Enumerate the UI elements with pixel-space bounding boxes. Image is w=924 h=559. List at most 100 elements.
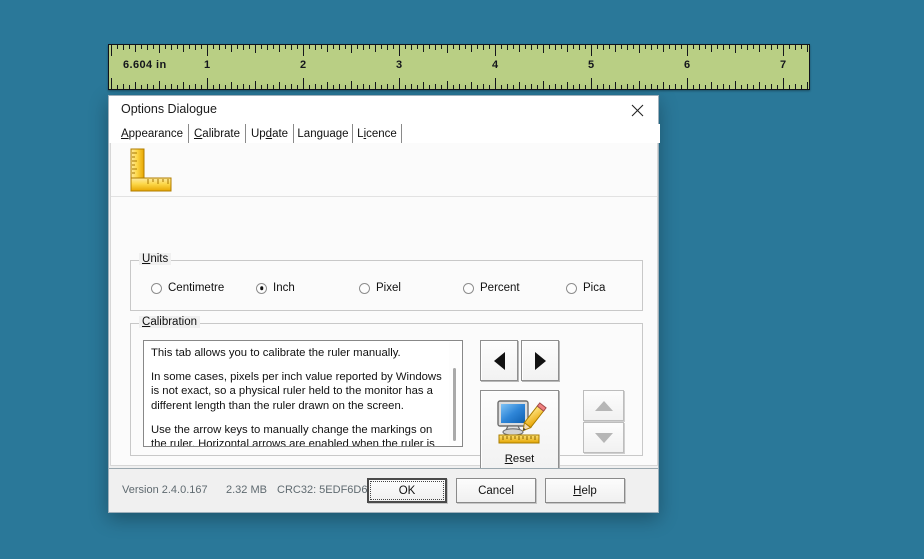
- calibration-description-text: This tab allows you to calibrate the rul…: [151, 346, 446, 446]
- tab-strip: Appearance Calibrate Up d ate Lan g uage Li cence: [109, 124, 660, 143]
- ruler-tick: [405, 85, 406, 89]
- ruler-tick: [123, 84, 124, 89]
- ruler-tick: [573, 45, 574, 49]
- radio-indicator: [566, 282, 577, 294]
- ruler-tick: [723, 84, 724, 89]
- ruler-tick: [477, 85, 478, 89]
- ruler-tick: [507, 45, 508, 50]
- ruler-tick: [219, 45, 220, 50]
- ruler-tick: [213, 85, 214, 89]
- ruler-tick: [549, 45, 550, 49]
- ruler-tick: [249, 85, 250, 89]
- ruler-tick: [423, 45, 424, 52]
- ok-button[interactable]: OK: [367, 478, 447, 503]
- ruler-tick: [525, 45, 526, 49]
- right-arrow-button[interactable]: [521, 340, 559, 381]
- close-icon[interactable]: [616, 96, 658, 124]
- ruler-tick: [543, 81, 544, 89]
- ruler-tick: [795, 45, 796, 50]
- up-arrow-button[interactable]: [583, 390, 624, 421]
- radio-centimetre[interactable]: Centimetre: [151, 282, 224, 294]
- radio-label: Percent: [480, 282, 520, 294]
- ruler-tick: [207, 78, 208, 89]
- ruler-tick: [639, 45, 640, 53]
- ruler-tick: [231, 82, 232, 89]
- radio-inch[interactable]: Inch: [256, 282, 295, 294]
- ruler-tick: [531, 84, 532, 89]
- radio-percent[interactable]: Percent: [463, 282, 520, 294]
- ruler-tick: [621, 85, 622, 89]
- ruler-tick: [117, 45, 118, 49]
- ruler-tick: [495, 78, 496, 89]
- ruler-tick: [201, 45, 202, 49]
- tab-icon-band: [111, 143, 657, 197]
- left-arrow-icon: [493, 351, 505, 370]
- ruler-tick: [687, 45, 688, 56]
- tab-licence[interactable]: Li cence: [353, 124, 402, 143]
- ruler-tick: [171, 45, 172, 50]
- ruler-tick: [261, 85, 262, 89]
- ruler-inch-label: 3: [395, 59, 403, 71]
- ruler-tick: [753, 45, 754, 49]
- version-status: Version 2.4.0.167: [122, 484, 208, 496]
- ruler-tick: [579, 84, 580, 89]
- ruler-tick: [411, 84, 412, 89]
- screen-ruler[interactable]: 6.604 in 1 2 3 4 5 6 7: [108, 44, 810, 90]
- left-arrow-button[interactable]: [480, 340, 518, 381]
- ruler-tick: [645, 45, 646, 49]
- calibration-scrollbar[interactable]: [449, 342, 460, 445]
- ruler-tick: [159, 81, 160, 89]
- reset-button[interactable]: Reset: [480, 390, 559, 469]
- ruler-tick: [459, 45, 460, 50]
- radio-pixel[interactable]: Pixel: [359, 282, 401, 294]
- units-group: Units Centimetre Inch Pixel Percent Pica: [130, 253, 643, 311]
- ruler-tick: [273, 85, 274, 89]
- down-arrow-icon: [594, 432, 613, 443]
- ruler-tick: [753, 85, 754, 89]
- ruler-tick: [369, 85, 370, 89]
- ruler-tick: [483, 45, 484, 50]
- ruler-tick: [273, 45, 274, 49]
- scrollbar-thumb[interactable]: [453, 368, 456, 441]
- ruler-tick: [687, 78, 688, 89]
- radio-pica[interactable]: Pica: [566, 282, 605, 294]
- ruler-tick: [717, 45, 718, 49]
- help-button[interactable]: Help: [545, 478, 625, 503]
- ruler-tick: [285, 45, 286, 49]
- ruler-tick: [435, 84, 436, 89]
- ruler-tick: [195, 84, 196, 89]
- ruler-tick: [123, 45, 124, 50]
- down-arrow-button[interactable]: [583, 422, 624, 453]
- ruler-tick: [111, 78, 112, 89]
- ruler-tick: [513, 85, 514, 89]
- ruler-tick: [657, 85, 658, 89]
- ruler-tick: [783, 45, 784, 56]
- ruler-tick: [393, 85, 394, 89]
- ruler-tick: [807, 82, 808, 89]
- calibration-description-box[interactable]: This tab allows you to calibrate the rul…: [143, 340, 463, 447]
- ruler-tick: [801, 85, 802, 89]
- tab-update[interactable]: Up d ate: [246, 124, 294, 143]
- ruler-tick: [153, 85, 154, 89]
- tab-calibrate[interactable]: Calibrate: [189, 124, 246, 143]
- ruler-tick: [225, 85, 226, 89]
- ruler-tick: [375, 45, 376, 52]
- ruler-tick: [291, 45, 292, 50]
- ruler-tick: [261, 45, 262, 49]
- ruler-tick: [363, 45, 364, 50]
- ruler-tick: [663, 82, 664, 89]
- ruler-tick: [615, 82, 616, 89]
- ruler-tick: [537, 45, 538, 49]
- ruler-tick: [729, 45, 730, 49]
- ruler-tick: [333, 85, 334, 89]
- cancel-button[interactable]: Cancel: [456, 478, 536, 503]
- ruler-tick: [735, 81, 736, 89]
- ruler-tick: [243, 84, 244, 89]
- ruler-tick: [147, 45, 148, 50]
- tab-appearance[interactable]: Appearance: [116, 124, 189, 143]
- ruler-tick: [555, 45, 556, 50]
- ruler-tick: [705, 85, 706, 89]
- ruler-tick: [297, 85, 298, 89]
- description-paragraph: This tab allows you to calibrate the rul…: [151, 347, 401, 359]
- tab-language[interactable]: Lan g uage: [294, 124, 353, 143]
